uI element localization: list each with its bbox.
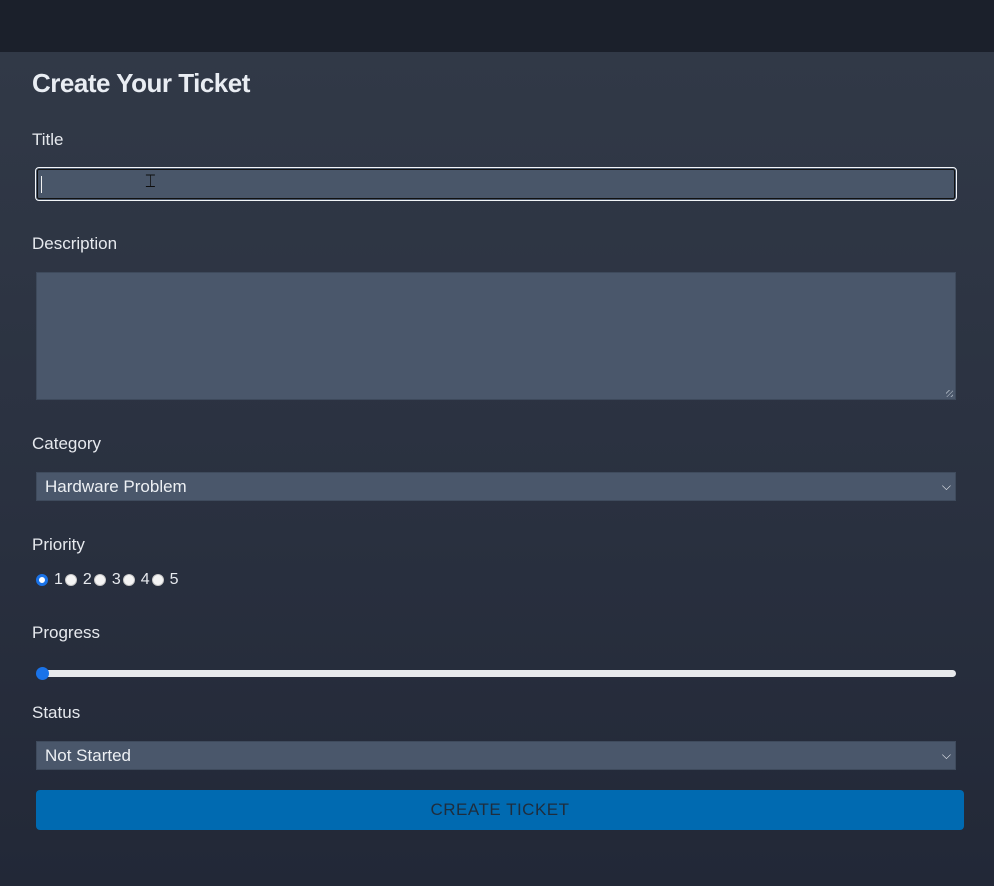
priority-option-1[interactable]: 1 — [36, 571, 65, 589]
priority-option-5[interactable]: 5 — [151, 571, 181, 589]
text-cursor-icon: ⌶ — [145, 171, 156, 192]
priority-label: Priority — [32, 535, 85, 554]
text-caret — [41, 176, 42, 193]
category-label: Category — [32, 434, 101, 453]
priority-radio-5[interactable] — [151, 574, 164, 586]
priority-radio-1[interactable] — [36, 574, 48, 586]
resize-handle-icon[interactable] — [946, 390, 953, 397]
create-ticket-button[interactable]: CREATE TICKET — [36, 790, 964, 830]
priority-radio-label: 2 — [82, 571, 92, 588]
priority-radio-group: 1 2 3 4 5 — [36, 571, 181, 589]
status-selected-value: Not Started — [45, 746, 131, 765]
priority-radio-label: 4 — [140, 571, 150, 588]
priority-radio-label: 3 — [111, 571, 121, 588]
priority-option-2[interactable]: 2 — [64, 571, 94, 589]
status-label: Status — [32, 703, 81, 722]
priority-radio-4[interactable] — [122, 574, 135, 586]
status-select[interactable]: Not Started ⌵ — [36, 741, 956, 770]
title-label: Title — [32, 130, 64, 149]
progress-label: Progress — [32, 623, 101, 642]
category-select[interactable]: Hardware Problem ⌵ — [36, 472, 956, 501]
description-textarea[interactable] — [36, 272, 956, 400]
priority-radio-2[interactable] — [64, 574, 77, 586]
priority-radio-label: 1 — [54, 571, 63, 588]
chevron-down-icon: ⌵ — [941, 748, 951, 762]
progress-slider-thumb[interactable] — [36, 667, 49, 680]
priority-radio-label: 5 — [169, 571, 179, 588]
description-label: Description — [32, 234, 118, 253]
page-title: Create Your Ticket — [32, 68, 250, 98]
chevron-down-icon: ⌵ — [941, 479, 951, 493]
priority-option-3[interactable]: 3 — [93, 571, 123, 589]
priority-option-4[interactable]: 4 — [122, 571, 152, 589]
top-bar — [0, 0, 994, 52]
priority-radio-3[interactable] — [93, 574, 106, 586]
category-selected-value: Hardware Problem — [45, 477, 187, 496]
title-input[interactable]: ⌶ — [35, 167, 957, 201]
progress-slider[interactable] — [36, 667, 956, 680]
